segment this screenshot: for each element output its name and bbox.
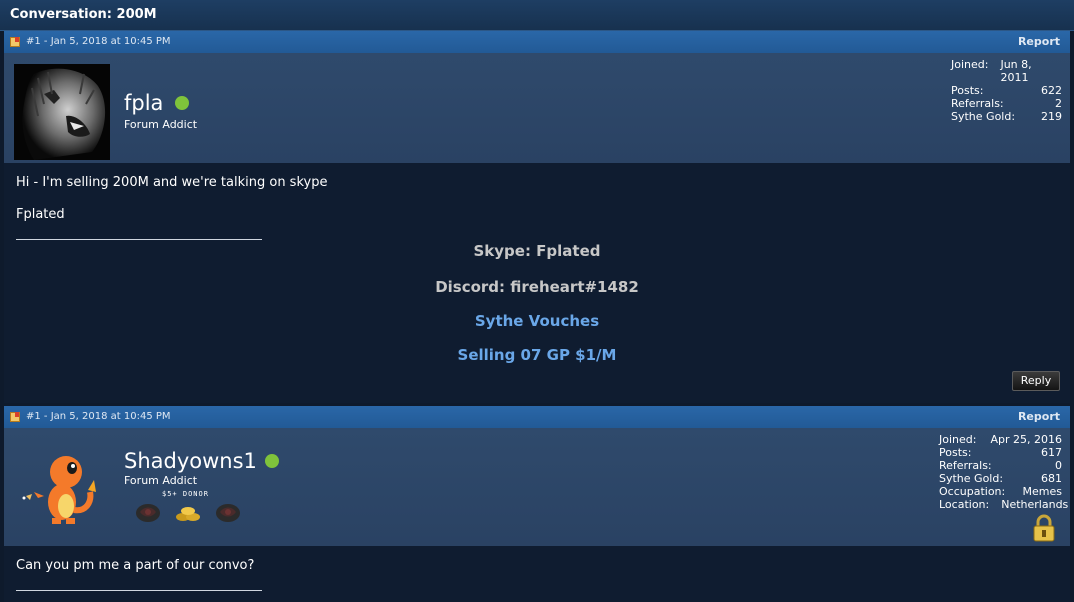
selling-gp-link[interactable]: Selling 07 GP $1/M: [4, 346, 1070, 364]
charmander-avatar-image: [22, 456, 96, 524]
conversation-title: Conversation: 200M: [10, 7, 157, 22]
stat-posts: Posts: 617: [939, 446, 1062, 459]
rose-badge-icon: [136, 504, 160, 522]
stat-posts: Posts: 622: [951, 84, 1062, 97]
user-title: Forum Addict: [124, 118, 198, 131]
signature-divider: [16, 590, 262, 591]
sythe-vouches-link[interactable]: Sythe Vouches: [4, 312, 1070, 330]
post-text-line: Hi - I'm selling 200M and we're talking …: [16, 175, 328, 190]
post-header-bar: #1 - Jan 5, 2018 at 10:45 PM Report: [4, 406, 1070, 428]
post-text-line: Fplated: [16, 207, 65, 222]
post-icon: [10, 37, 20, 47]
stat-referrals: Referrals: 0: [939, 459, 1062, 472]
stat-joined: Joined: Jun 8, 2011: [951, 58, 1032, 84]
username[interactable]: Shadyowns1: [124, 449, 257, 473]
stat-referrals: Referrals: 2: [951, 97, 1062, 110]
post-icon: [10, 412, 20, 422]
online-status-icon: [265, 454, 279, 468]
post-meta[interactable]: #1 - Jan 5, 2018 at 10:45 PM: [26, 36, 171, 47]
avatar[interactable]: [14, 64, 110, 160]
padlock-icon: [1033, 514, 1055, 542]
user-title: Forum Addict: [124, 474, 198, 487]
online-status-icon: [175, 96, 189, 110]
signature-skype: Skype: Fplated: [473, 242, 601, 260]
report-link[interactable]: Report: [1018, 410, 1060, 423]
avatar[interactable]: [14, 446, 110, 542]
user-info-panel: fpla Forum Addict Joined: Jun 8, 2011 Pos…: [4, 53, 1070, 163]
post-body: Hi - I'm selling 200M and we're talking …: [4, 163, 1070, 403]
stat-sythe-gold: Sythe Gold: 219: [951, 110, 1062, 123]
user-stats: Joined: Apr 25, 2016 Posts: 617 Referrals:…: [939, 433, 1069, 511]
reply-button[interactable]: Reply: [1012, 371, 1060, 391]
stat-location: Location: Netherlands: [939, 498, 1069, 511]
report-link[interactable]: Report: [1018, 35, 1060, 48]
stat-sythe-gold: Sythe Gold: 681: [939, 472, 1062, 485]
post-header-bar: #1 - Jan 5, 2018 at 10:45 PM Report: [4, 31, 1070, 53]
post-text-line: Can you pm me a part of our convo?: [16, 558, 255, 573]
conversation-header: Conversation: 200M: [0, 0, 1074, 31]
rose-badge-icon: [216, 504, 240, 522]
signature-discord: Discord: fireheart#1482: [435, 278, 639, 296]
lion-avatar-image: [14, 64, 110, 160]
donor-badge-label: $5+ DONOR: [162, 490, 209, 498]
username[interactable]: fpla: [124, 91, 163, 115]
user-info-panel: Shadyowns1 Forum Addict $5+ DONOR Joined…: [4, 428, 1070, 546]
post-body: Can you pm me a part of our convo?: [4, 546, 1070, 602]
post-meta[interactable]: #1 - Jan 5, 2018 at 10:45 PM: [26, 411, 171, 422]
signature-divider: [16, 239, 262, 240]
stat-joined: Joined: Apr 25, 2016: [939, 433, 1062, 446]
user-stats: Joined: Jun 8, 2011 Posts: 622 Referrals: 2…: [951, 58, 1062, 123]
stat-occupation: Occupation: Memes: [939, 485, 1062, 498]
gold-coins-icon: [176, 507, 200, 521]
